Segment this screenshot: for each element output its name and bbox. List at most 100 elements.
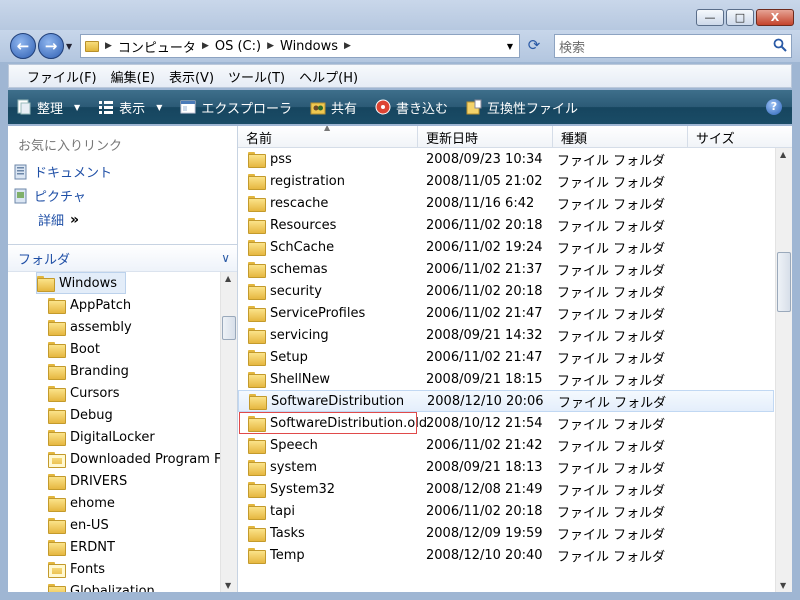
file-name-cell[interactable]: System32 [238,482,418,498]
tree-item[interactable]: Debug [48,404,113,426]
file-name-cell[interactable]: ShellNew [238,371,418,388]
scroll-up-icon[interactable]: ▲ [225,274,231,283]
file-row[interactable]: pss 2008/09/23 10:34 ファイル フォルダ [238,148,774,170]
close-button[interactable]: X [756,9,794,26]
tree-item[interactable]: Cursors [48,382,120,404]
tree-item-windows[interactable]: Windows [36,272,127,294]
details-link[interactable]: 詳細 » [38,210,79,230]
folder-tree-scrollbar[interactable]: ▲ ▼ [220,272,237,592]
file-row[interactable]: Speech 2006/11/02 21:42 ファイル フォルダ [238,434,774,456]
compat-files-button[interactable]: 互換性ファイル [466,98,578,117]
tree-item[interactable]: ERDNT [48,536,115,558]
column-size[interactable]: サイズ [688,126,792,148]
folders-header[interactable]: フォルダ ∨ [8,244,237,272]
history-dropdown-icon[interactable]: ▼ [66,42,72,51]
file-row[interactable]: ServiceProfiles 2006/11/02 21:47 ファイル フォルダ [238,302,774,324]
tree-item[interactable]: en-US [48,514,109,536]
address-bar[interactable]: ▶ コンピュータ ▶ OS (C:) ▶ Windows ▶ ▼ [80,34,520,58]
explorer-button[interactable]: エクスプローラ [180,98,292,117]
file-row[interactable]: tapi 2006/11/02 20:18 ファイル フォルダ [238,500,774,522]
file-row[interactable]: Tasks 2008/12/09 19:59 ファイル フォルダ [238,522,774,544]
file-row[interactable]: Temp 2008/12/10 20:40 ファイル フォルダ [238,544,774,566]
maximize-button[interactable]: □ [726,9,754,26]
chevron-right-icon[interactable]: ▶ [105,41,112,51]
breadcrumb-computer[interactable]: コンピュータ [118,37,196,56]
file-row[interactable]: rescache 2008/11/16 6:42 ファイル フォルダ [238,192,774,214]
file-name-cell[interactable]: tapi [238,504,418,520]
view-button[interactable]: 表示 ▼ [98,98,162,117]
refresh-button[interactable]: ⟳ [524,36,544,56]
file-name-cell[interactable]: rescache [238,196,418,212]
scroll-up-icon[interactable]: ▲ [780,150,786,159]
file-row[interactable]: SoftwareDistribution.old 2008/10/12 21:54… [238,412,774,434]
chevron-right-icon[interactable]: ▶ [267,41,274,51]
tree-item[interactable]: assembly [48,316,132,338]
favorite-pictures[interactable]: ピクチャ [14,186,86,205]
menu-tools[interactable]: ツール(T) [228,67,285,86]
file-row[interactable]: servicing 2008/09/21 14:32 ファイル フォルダ [238,324,774,346]
file-name-cell[interactable]: Temp [238,548,418,564]
organize-button[interactable]: 整理 ▼ [16,98,80,117]
menu-edit[interactable]: 編集(E) [111,67,155,86]
file-row[interactable]: System32 2008/12/08 21:49 ファイル フォルダ [238,478,774,500]
chevron-right-icon[interactable]: ▶ [344,41,351,51]
tree-item[interactable]: Globalization [48,580,155,592]
burn-button[interactable]: 書き込む [375,98,448,117]
minimize-button[interactable]: — [696,9,724,26]
scroll-thumb[interactable] [777,252,791,312]
menu-view[interactable]: 表示(V) [169,67,214,86]
tree-item[interactable]: Branding [48,360,129,382]
menu-help[interactable]: ヘルプ(H) [299,67,358,86]
file-name-cell[interactable]: Speech [238,438,418,454]
column-type[interactable]: 種類 [553,126,688,148]
column-name[interactable]: ▲ 名前 [238,126,418,148]
file-name-cell[interactable]: servicing [238,328,418,344]
tree-item[interactable]: DigitalLocker [48,426,155,448]
file-row[interactable]: security 2006/11/02 20:18 ファイル フォルダ [238,280,774,302]
scroll-thumb[interactable] [222,316,236,340]
file-row[interactable]: SoftwareDistribution 2008/12/10 20:06 ファイル… [238,390,774,412]
breadcrumb-drive[interactable]: OS (C:) [215,39,261,54]
file-name-cell[interactable]: ServiceProfiles [238,306,418,322]
file-name-cell[interactable]: SoftwareDistribution.old [238,416,427,432]
tree-item[interactable]: DRIVERS [48,470,127,492]
file-name-cell[interactable]: schemas [238,262,418,278]
chevron-right-icon[interactable]: ▶ [202,41,209,51]
breadcrumb-windows[interactable]: Windows [280,39,338,54]
file-name-cell[interactable]: Resources [238,218,418,234]
tree-item[interactable]: Boot [48,338,100,360]
file-row[interactable]: ShellNew 2008/09/21 18:15 ファイル フォルダ [238,368,774,390]
file-list-scrollbar[interactable]: ▲ ▼ [775,148,792,592]
file-name-cell[interactable]: SoftwareDistribution [239,394,419,410]
file-name: ShellNew [270,371,331,387]
help-icon[interactable]: ? [766,99,782,115]
tree-item[interactable]: Downloaded Program File [48,448,220,470]
tree-item[interactable]: AppPatch [48,294,131,316]
address-dropdown-icon[interactable]: ▼ [507,42,513,51]
file-name-cell[interactable]: Tasks [238,526,418,542]
file-row[interactable]: schemas 2006/11/02 21:37 ファイル フォルダ [238,258,774,280]
file-name-cell[interactable]: registration [238,174,418,190]
menu-file[interactable]: ファイル(F) [27,67,97,86]
column-date[interactable]: 更新日時 [418,126,553,148]
tree-item[interactable]: Fonts [48,558,105,580]
back-button[interactable]: ← [10,33,36,59]
forward-button[interactable]: → [38,33,64,59]
file-row[interactable]: Setup 2006/11/02 21:47 ファイル フォルダ [238,346,774,368]
file-row[interactable]: system 2008/09/21 18:13 ファイル フォルダ [238,456,774,478]
search-input[interactable]: 検索 [554,34,792,58]
scroll-down-icon[interactable]: ▼ [225,581,231,590]
file-row[interactable]: SchCache 2006/11/02 19:24 ファイル フォルダ [238,236,774,258]
favorite-documents[interactable]: ドキュメント [14,162,112,181]
file-name-cell[interactable]: security [238,284,418,300]
file-row[interactable]: Resources 2006/11/02 20:18 ファイル フォルダ [238,214,774,236]
file-row[interactable]: registration 2008/11/05 21:02 ファイル フォルダ [238,170,774,192]
file-name-cell[interactable]: SchCache [238,240,418,256]
file-name-cell[interactable]: pss [238,152,418,168]
share-button[interactable]: 共有 [310,98,357,117]
search-icon[interactable] [773,38,787,52]
tree-item[interactable]: ehome [48,492,115,514]
scroll-down-icon[interactable]: ▼ [780,581,786,590]
file-name-cell[interactable]: Setup [238,350,418,366]
file-name-cell[interactable]: system [238,460,418,476]
